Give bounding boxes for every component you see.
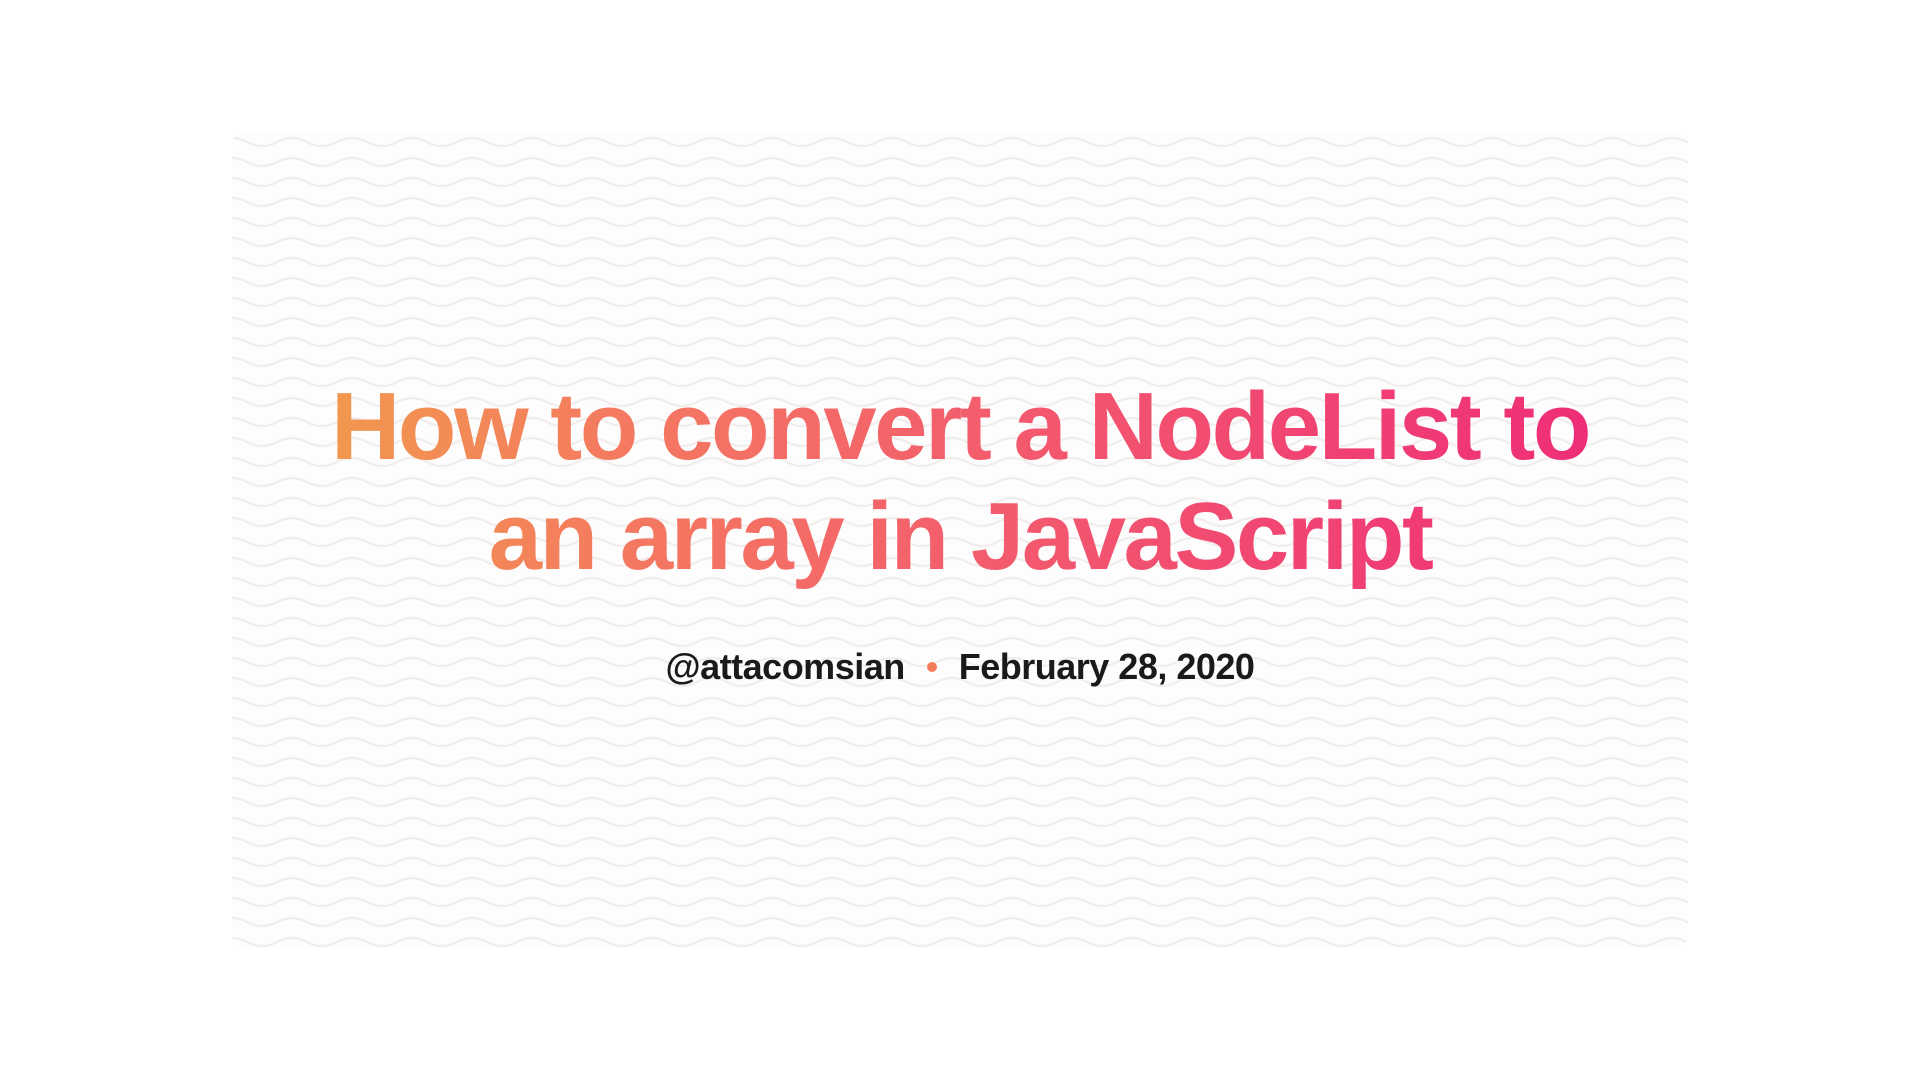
article-date: February 28, 2020 [959,646,1255,688]
bullet-separator-icon [927,662,937,672]
article-title: How to convert a NodeList to an array in… [292,372,1628,591]
author-handle: @attacomsian [666,646,905,688]
article-card: How to convert a NodeList to an array in… [232,132,1688,948]
content-wrapper: How to convert a NodeList to an array in… [232,372,1688,688]
article-meta: @attacomsian February 28, 2020 [292,646,1628,688]
